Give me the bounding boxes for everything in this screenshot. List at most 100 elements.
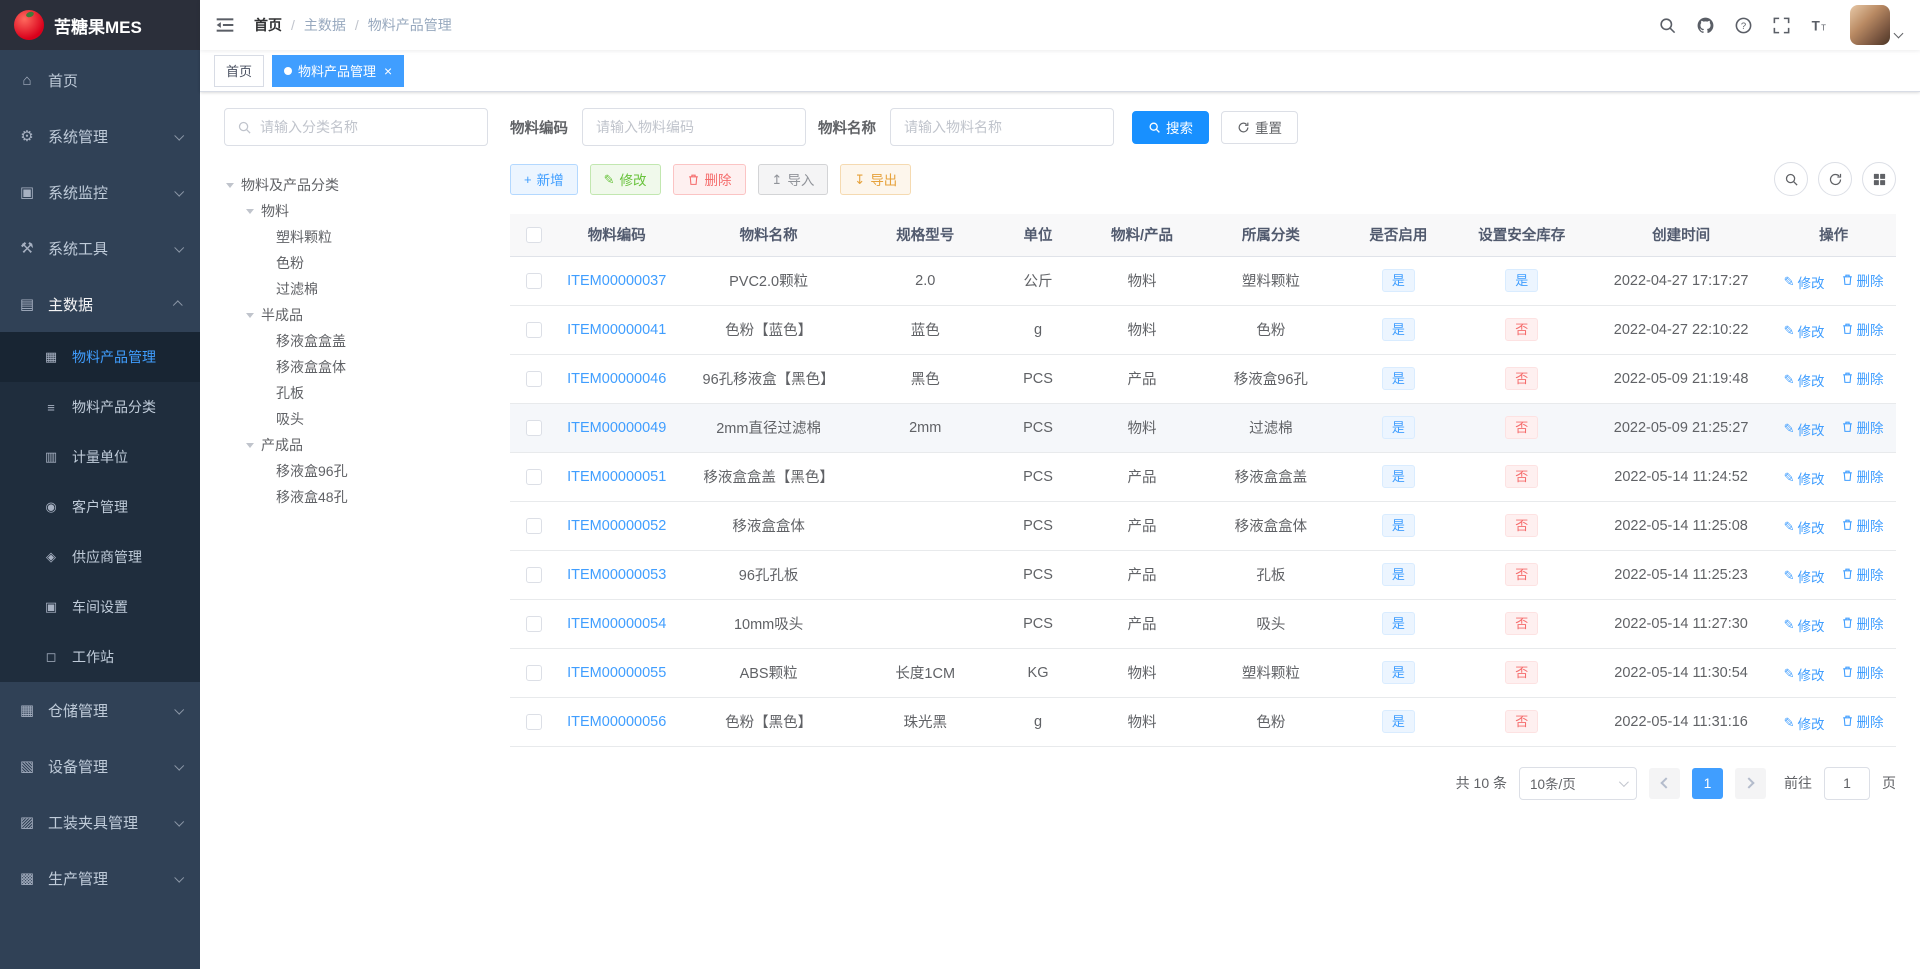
row-delete-link[interactable]: 删除 (1841, 515, 1884, 535)
row-delete-link[interactable]: 删除 (1841, 368, 1884, 388)
tree-node-leaf[interactable]: 孔板 (224, 380, 488, 406)
sidebar-item-material-product-category[interactable]: ≡ 物料产品分类 (0, 382, 200, 432)
select-all-checkbox[interactable] (525, 226, 542, 243)
row-checkbox[interactable] (525, 370, 542, 387)
item-code-link[interactable]: ITEM00000046 (567, 371, 666, 387)
export-button[interactable]: ↧ 导出 (840, 163, 912, 195)
tree-node-leaf[interactable]: 色粉 (224, 250, 488, 276)
item-code-link[interactable]: ITEM00000051 (567, 469, 666, 485)
item-code-link[interactable]: ITEM00000037 (567, 273, 666, 289)
sidebar-item-system-monitor[interactable]: ▣ 系统监控 (0, 164, 200, 220)
row-edit-link[interactable]: ✎ 修改 (1784, 713, 1825, 733)
tree-node-leaf[interactable]: 吸头 (224, 406, 488, 432)
refresh-button[interactable] (1818, 162, 1852, 196)
search-button[interactable]: 搜索 (1132, 110, 1209, 144)
tab-home[interactable]: 首页 (214, 54, 265, 87)
sidebar-item-material-product-mgmt[interactable]: ▦ 物料产品管理 (0, 332, 200, 382)
sidebar-item-fixture-mgmt[interactable]: ▨ 工装夹具管理 (0, 794, 200, 850)
table-row[interactable]: ITEM00000049 2mm直径过滤棉 2mm PCS 物料 过滤棉 是 否… (510, 403, 1896, 453)
row-checkbox[interactable] (525, 419, 542, 436)
row-delete-link[interactable]: 删除 (1841, 270, 1884, 290)
sidebar-item-supplier-mgmt[interactable]: ◈ 供应商管理 (0, 532, 200, 582)
page-size-select[interactable]: 10条/页 (1519, 766, 1637, 800)
row-delete-link[interactable]: 删除 (1841, 466, 1884, 486)
row-edit-link[interactable]: ✎ 修改 (1784, 615, 1825, 635)
row-checkbox[interactable] (525, 321, 542, 338)
goto-page-input[interactable] (1824, 766, 1870, 800)
row-edit-link[interactable]: ✎ 修改 (1784, 517, 1825, 537)
sidebar-item-production-mgmt[interactable]: ▩ 生产管理 (0, 850, 200, 906)
table-row[interactable]: ITEM00000041 色粉【蓝色】 蓝色 g 物料 色粉 是 否 2022-… (510, 305, 1896, 355)
row-edit-link[interactable]: ✎ 修改 (1784, 419, 1825, 439)
tree-node-group[interactable]: 物料 (224, 198, 488, 224)
row-delete-link[interactable]: 删除 (1841, 417, 1884, 437)
item-code-link[interactable]: ITEM00000053 (567, 567, 666, 583)
tree-node-group[interactable]: 半成品 (224, 302, 488, 328)
tree-node-leaf[interactable]: 移液盒盒盖 (224, 328, 488, 354)
row-delete-link[interactable]: 删除 (1841, 662, 1884, 682)
sidebar-item-workstation[interactable]: ◻ 工作站 (0, 632, 200, 682)
table-row[interactable]: ITEM00000052 移液盒盒体 PCS 产品 移液盒盒体 是 否 2022… (510, 501, 1896, 551)
sidebar-item-customer-mgmt[interactable]: ◉ 客户管理 (0, 482, 200, 532)
table-row[interactable]: ITEM00000053 96孔孔板 PCS 产品 孔板 是 否 2022-05… (510, 550, 1896, 600)
row-delete-link[interactable]: 删除 (1841, 711, 1884, 731)
page-number-1[interactable]: 1 (1692, 767, 1723, 799)
item-code-link[interactable]: ITEM00000054 (567, 616, 666, 632)
font-size-icon[interactable]: TT (1808, 14, 1830, 36)
add-button[interactable]: + 新增 (510, 163, 578, 195)
row-edit-link[interactable]: ✎ 修改 (1784, 321, 1825, 341)
tree-node-leaf[interactable]: 移液盒盒体 (224, 354, 488, 380)
row-checkbox[interactable] (525, 664, 542, 681)
tab-material-product-mgmt[interactable]: 物料产品管理 × (272, 54, 405, 87)
item-code-link[interactable]: ITEM00000049 (567, 420, 666, 436)
sidebar-toggle[interactable] (200, 0, 250, 50)
app-logo[interactable]: 苦糖果MES (0, 0, 200, 50)
row-checkbox[interactable] (525, 272, 542, 289)
row-edit-link[interactable]: ✎ 修改 (1784, 370, 1825, 390)
tree-node-leaf[interactable]: 过滤棉 (224, 276, 488, 302)
sidebar-item-home[interactable]: ⌂ 首页 (0, 52, 200, 108)
tree-node-leaf[interactable]: 塑料颗粒 (224, 224, 488, 250)
sidebar-item-system-mgmt[interactable]: ⚙ 系统管理 (0, 108, 200, 164)
breadcrumb-home[interactable]: 首页 (254, 15, 282, 35)
sidebar-item-equipment-mgmt[interactable]: ▧ 设备管理 (0, 738, 200, 794)
row-checkbox[interactable] (525, 566, 542, 583)
table-row[interactable]: ITEM00000046 96孔移液盒【黑色】 黑色 PCS 产品 移液盒96孔… (510, 354, 1896, 404)
show-search-toggle[interactable] (1774, 162, 1808, 196)
user-menu[interactable] (1850, 5, 1904, 45)
row-checkbox[interactable] (525, 468, 542, 485)
row-edit-link[interactable]: ✎ 修改 (1784, 566, 1825, 586)
table-row[interactable]: ITEM00000056 色粉【黑色】 珠光黑 g 物料 色粉 是 否 2022… (510, 697, 1896, 747)
tree-node-root[interactable]: 物料及产品分类 (224, 172, 488, 198)
sidebar-item-measure-unit[interactable]: ▥ 计量单位 (0, 432, 200, 482)
row-edit-link[interactable]: ✎ 修改 (1784, 468, 1825, 488)
github-icon[interactable] (1694, 14, 1716, 36)
filter-name-input[interactable] (890, 108, 1114, 146)
tree-search-input[interactable] (260, 119, 475, 135)
row-checkbox[interactable] (525, 713, 542, 730)
search-icon[interactable] (1656, 14, 1678, 36)
item-code-link[interactable]: ITEM00000055 (567, 665, 666, 681)
row-delete-link[interactable]: 删除 (1841, 613, 1884, 633)
table-row[interactable]: ITEM00000054 10mm吸头 PCS 产品 吸头 是 否 2022-0… (510, 599, 1896, 649)
import-button[interactable]: ↥ 导入 (757, 163, 829, 195)
row-edit-link[interactable]: ✎ 修改 (1784, 664, 1825, 684)
sidebar-item-workshop-settings[interactable]: ▣ 车间设置 (0, 582, 200, 632)
sidebar-item-warehouse-mgmt[interactable]: ▦ 仓储管理 (0, 682, 200, 738)
table-row[interactable]: ITEM00000037 PVC2.0颗粒 2.0 公斤 物料 塑料颗粒 是 是… (510, 256, 1896, 306)
sidebar-item-master-data[interactable]: ▤ 主数据 (0, 276, 200, 332)
row-delete-link[interactable]: 删除 (1841, 564, 1884, 584)
fullscreen-icon[interactable] (1770, 14, 1792, 36)
row-checkbox[interactable] (525, 517, 542, 534)
item-code-link[interactable]: ITEM00000041 (567, 322, 666, 338)
tree-node-group[interactable]: 产成品 (224, 432, 488, 458)
delete-button[interactable]: 删除 (672, 163, 746, 195)
columns-toggle[interactable] (1862, 162, 1896, 196)
item-code-link[interactable]: ITEM00000052 (567, 518, 666, 534)
tree-node-leaf[interactable]: 移液盒96孔 (224, 458, 488, 484)
reset-button[interactable]: 重置 (1221, 110, 1298, 144)
table-row[interactable]: ITEM00000051 移液盒盒盖【黑色】 PCS 产品 移液盒盒盖 是 否 … (510, 452, 1896, 502)
item-code-link[interactable]: ITEM00000056 (567, 714, 666, 730)
table-row[interactable]: ITEM00000055 ABS颗粒 长度1CM KG 物料 塑料颗粒 是 否 … (510, 648, 1896, 698)
sidebar-item-system-tools[interactable]: ⚒ 系统工具 (0, 220, 200, 276)
